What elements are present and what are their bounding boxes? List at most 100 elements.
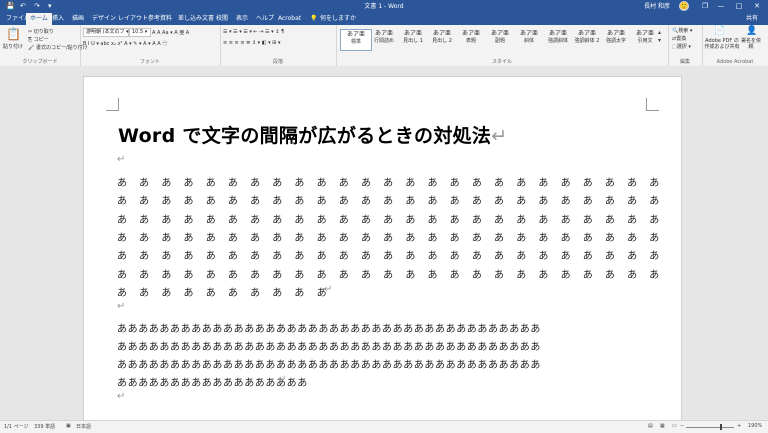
styles-group: あア亜 標準 あア亜 行間詰め あア亜 見出し 1 あア亜 見出し 2 あア亜 表題 あア亜 副題 あア… bbox=[336, 25, 669, 66]
font-size-tools[interactable]: A A Aa ▾ A 亜 A bbox=[152, 29, 189, 36]
avatar[interactable]: 🙂 bbox=[679, 1, 689, 11]
style-name: 見出し 1 bbox=[403, 38, 423, 44]
zoom-level[interactable]: 190% bbox=[748, 423, 762, 429]
styles-scroll-down-icon[interactable]: ▾ bbox=[658, 37, 661, 45]
style-item[interactable]: あア亜 強調太字 bbox=[601, 29, 631, 49]
text-line[interactable]: あ あ あ あ あ あ あ あ あ あ あ あ あ あ あ あ あ あ あ あ … bbox=[117, 229, 659, 244]
style-preview: あア亜 bbox=[635, 30, 654, 37]
style-name: 標準 bbox=[350, 39, 361, 45]
style-item[interactable]: あア亜 引用文 bbox=[630, 29, 660, 49]
ribbon: 📋 貼り付け ✂ 切り取り ⎘ コピー 🖌 書式のコピー/貼り付け クリップボー… bbox=[0, 25, 768, 67]
style-preview: あア亜 bbox=[374, 30, 393, 37]
cut-button[interactable]: ✂ 切り取り bbox=[28, 28, 54, 35]
close-button[interactable]: ✕ bbox=[750, 1, 764, 12]
style-name: 引用文 bbox=[637, 38, 653, 44]
document-page[interactable]: Word で文字の間隔が広がるときの対処法↵ ↵ あ あ あ あ あ あ あ あ… bbox=[83, 76, 682, 420]
editing-group-label: 編集 bbox=[679, 59, 690, 65]
font-format-tools[interactable]: B I U ▾ abc x₂ x² A ▾ ✎ ▾ A ▾ A A ㊀ bbox=[83, 40, 167, 47]
zoom-out-button[interactable]: − bbox=[680, 423, 684, 429]
paragraph-mark: ↵ bbox=[117, 301, 126, 312]
proofing-icon[interactable]: ▣ bbox=[66, 423, 71, 429]
tab-references[interactable]: 参考資料 bbox=[144, 13, 176, 25]
style-item[interactable]: あア亜 見出し 2 bbox=[427, 29, 457, 49]
tab-view[interactable]: 表示 bbox=[232, 13, 252, 25]
paragraph-mark: ↵ bbox=[278, 374, 287, 385]
style-item[interactable]: あア亜 斜体 bbox=[514, 29, 544, 49]
text-line[interactable]: あ あ あ あ あ あ あ あ あ あ あ あ あ あ あ あ あ あ あ あ … bbox=[117, 266, 659, 281]
styles-group-label: スタイル bbox=[491, 59, 512, 65]
copy-button[interactable]: ⎘ コピー bbox=[28, 36, 49, 43]
select-button[interactable]: ⬚選択 ▾ bbox=[672, 43, 691, 50]
word-count[interactable]: 339 単語 bbox=[34, 423, 55, 430]
style-preview: あア亜 bbox=[577, 30, 596, 37]
paste-icon[interactable]: 📋 bbox=[6, 27, 21, 41]
share-button[interactable]: 共有 bbox=[746, 13, 758, 25]
maximize-button[interactable]: □ bbox=[732, 1, 746, 12]
zoom-slider-thumb[interactable] bbox=[720, 424, 722, 430]
print-layout-icon[interactable]: ▦ bbox=[660, 423, 665, 429]
style-preview: あア亜 bbox=[606, 30, 625, 37]
text-line[interactable]: あ あ あ あ あ あ あ あ あ あ bbox=[117, 284, 327, 299]
document-area[interactable]: Word で文字の間隔が広がるときの対処法↵ ↵ あ あ あ あ あ あ あ あ… bbox=[0, 66, 768, 420]
tab-review[interactable]: 校閲 bbox=[212, 13, 232, 25]
style-item[interactable]: あア亜 副題 bbox=[485, 29, 515, 49]
style-name: 強調斜体 bbox=[547, 38, 568, 44]
tab-acrobat[interactable]: Acrobat bbox=[274, 13, 305, 25]
style-name: 強調斜体 2 bbox=[574, 38, 600, 44]
style-preview: あア亜 bbox=[519, 30, 538, 37]
find-button[interactable]: 🔍検索 ▾ bbox=[672, 27, 692, 34]
style-item[interactable]: あア亜 標準 bbox=[340, 29, 372, 51]
text-line[interactable]: あ あ あ あ あ あ あ あ あ あ あ あ あ あ あ あ あ あ あ あ … bbox=[117, 174, 659, 189]
read-mode-icon[interactable]: ▤ bbox=[648, 423, 653, 429]
style-item[interactable]: あア亜 強調斜体 bbox=[543, 29, 573, 49]
paste-button[interactable]: 貼り付け bbox=[3, 43, 23, 50]
paragraph-mark: ↵ bbox=[324, 283, 333, 295]
create-pdf-icon[interactable]: 📄 bbox=[714, 27, 725, 36]
tell-me-search[interactable]: 何をしますか bbox=[316, 13, 360, 25]
style-name: 強調太字 bbox=[605, 38, 626, 44]
status-bar: 1/1 ページ 339 単語 ▣ 日本語 ▤ ▦ ▭ − + 190% bbox=[0, 420, 768, 433]
style-name: 表題 bbox=[465, 38, 476, 44]
paragraph-list-tools[interactable]: ☰ ▾ ☰ ▾ ☰ ▾ ⇤ ⇥ ☰ ▾ ↕ ¶ bbox=[223, 29, 284, 35]
zoom-slider-track[interactable] bbox=[686, 427, 734, 428]
style-preview: あア亜 bbox=[432, 30, 451, 37]
text-line[interactable]: ああああああああああああああああああああああああああああああああああああああああ bbox=[117, 320, 541, 335]
paragraph-group: ☰ ▾ ☰ ▾ ☰ ▾ ⇤ ⇥ ☰ ▾ ↕ ¶ ≡ ≡ ≡ ≡ ≣ ↕ ▾ ◧ … bbox=[220, 25, 337, 66]
paragraph-group-label: 段落 bbox=[272, 59, 283, 65]
font-group-label: フォント bbox=[139, 59, 160, 65]
page-count[interactable]: 1/1 ページ bbox=[4, 423, 29, 430]
request-signature-button[interactable]: 署名を依頼 bbox=[740, 38, 762, 50]
ribbon-display-icon[interactable]: ❐ bbox=[698, 1, 712, 12]
format-painter-button[interactable]: 🖌 書式のコピー/貼り付け bbox=[28, 44, 88, 51]
font-size-select[interactable]: 10.5 ▾ bbox=[129, 28, 151, 37]
style-item[interactable]: あア亜 行間詰め bbox=[369, 29, 399, 49]
request-signature-icon[interactable]: 👤 bbox=[746, 27, 757, 36]
heading-text: Word で文字の間隔が広がるときの対処法 bbox=[118, 125, 492, 147]
text-line[interactable]: あ あ あ あ あ あ あ あ あ あ あ あ あ あ あ あ あ あ あ あ … bbox=[117, 247, 659, 262]
text-line[interactable]: ああああああああああああああああああああああああああああああああああああああああ bbox=[117, 356, 541, 371]
tab-draw[interactable]: 描画 bbox=[68, 13, 88, 25]
minimize-button[interactable]: — bbox=[714, 1, 728, 12]
styles-scroll-up-icon[interactable]: ▴ bbox=[658, 29, 661, 37]
language-indicator[interactable]: 日本語 bbox=[76, 423, 91, 430]
text-line[interactable]: ああああああああああああああああああああああああああああああああああああああああ bbox=[117, 338, 541, 353]
select-label: 選択 ▾ bbox=[676, 44, 691, 50]
style-item[interactable]: あア亜 表題 bbox=[456, 29, 486, 49]
zoom-in-button[interactable]: + bbox=[737, 423, 741, 429]
replace-button[interactable]: ⇄置換 bbox=[672, 35, 686, 42]
user-name[interactable]: 長村 和彦 bbox=[644, 2, 670, 11]
style-item[interactable]: あア亜 見出し 1 bbox=[398, 29, 428, 49]
font-name-select[interactable]: 游明朝 (本文のフ ▾ bbox=[83, 28, 129, 37]
document-heading[interactable]: Word で文字の間隔が広がるときの対処法↵ bbox=[118, 121, 507, 148]
cut-label: 切り取り bbox=[33, 29, 54, 35]
web-layout-icon[interactable]: ▭ bbox=[672, 423, 677, 429]
tab-insert[interactable]: 挿入 bbox=[48, 13, 68, 25]
text-line[interactable]: あ あ あ あ あ あ あ あ あ あ あ あ あ あ あ あ あ あ あ あ … bbox=[117, 192, 659, 207]
margin-corner-top-left bbox=[106, 98, 119, 111]
margin-corner-top-right bbox=[646, 98, 659, 111]
title-bar: 💾 ↶ ↷ ▾ 文書 1 - Word 長村 和彦 🙂 ❐ — □ ✕ bbox=[0, 0, 768, 13]
paragraph-align-tools[interactable]: ≡ ≡ ≡ ≡ ≣ ↕ ▾ ◧ ▾ ⊞ ▾ bbox=[223, 40, 280, 46]
style-item[interactable]: あア亜 強調斜体 2 bbox=[572, 29, 602, 49]
create-pdf-button[interactable]: Adobe PDF の作成および共有 bbox=[704, 38, 740, 50]
text-line[interactable]: あ あ あ あ あ あ あ あ あ あ あ あ あ あ あ あ あ あ あ あ … bbox=[117, 211, 659, 226]
